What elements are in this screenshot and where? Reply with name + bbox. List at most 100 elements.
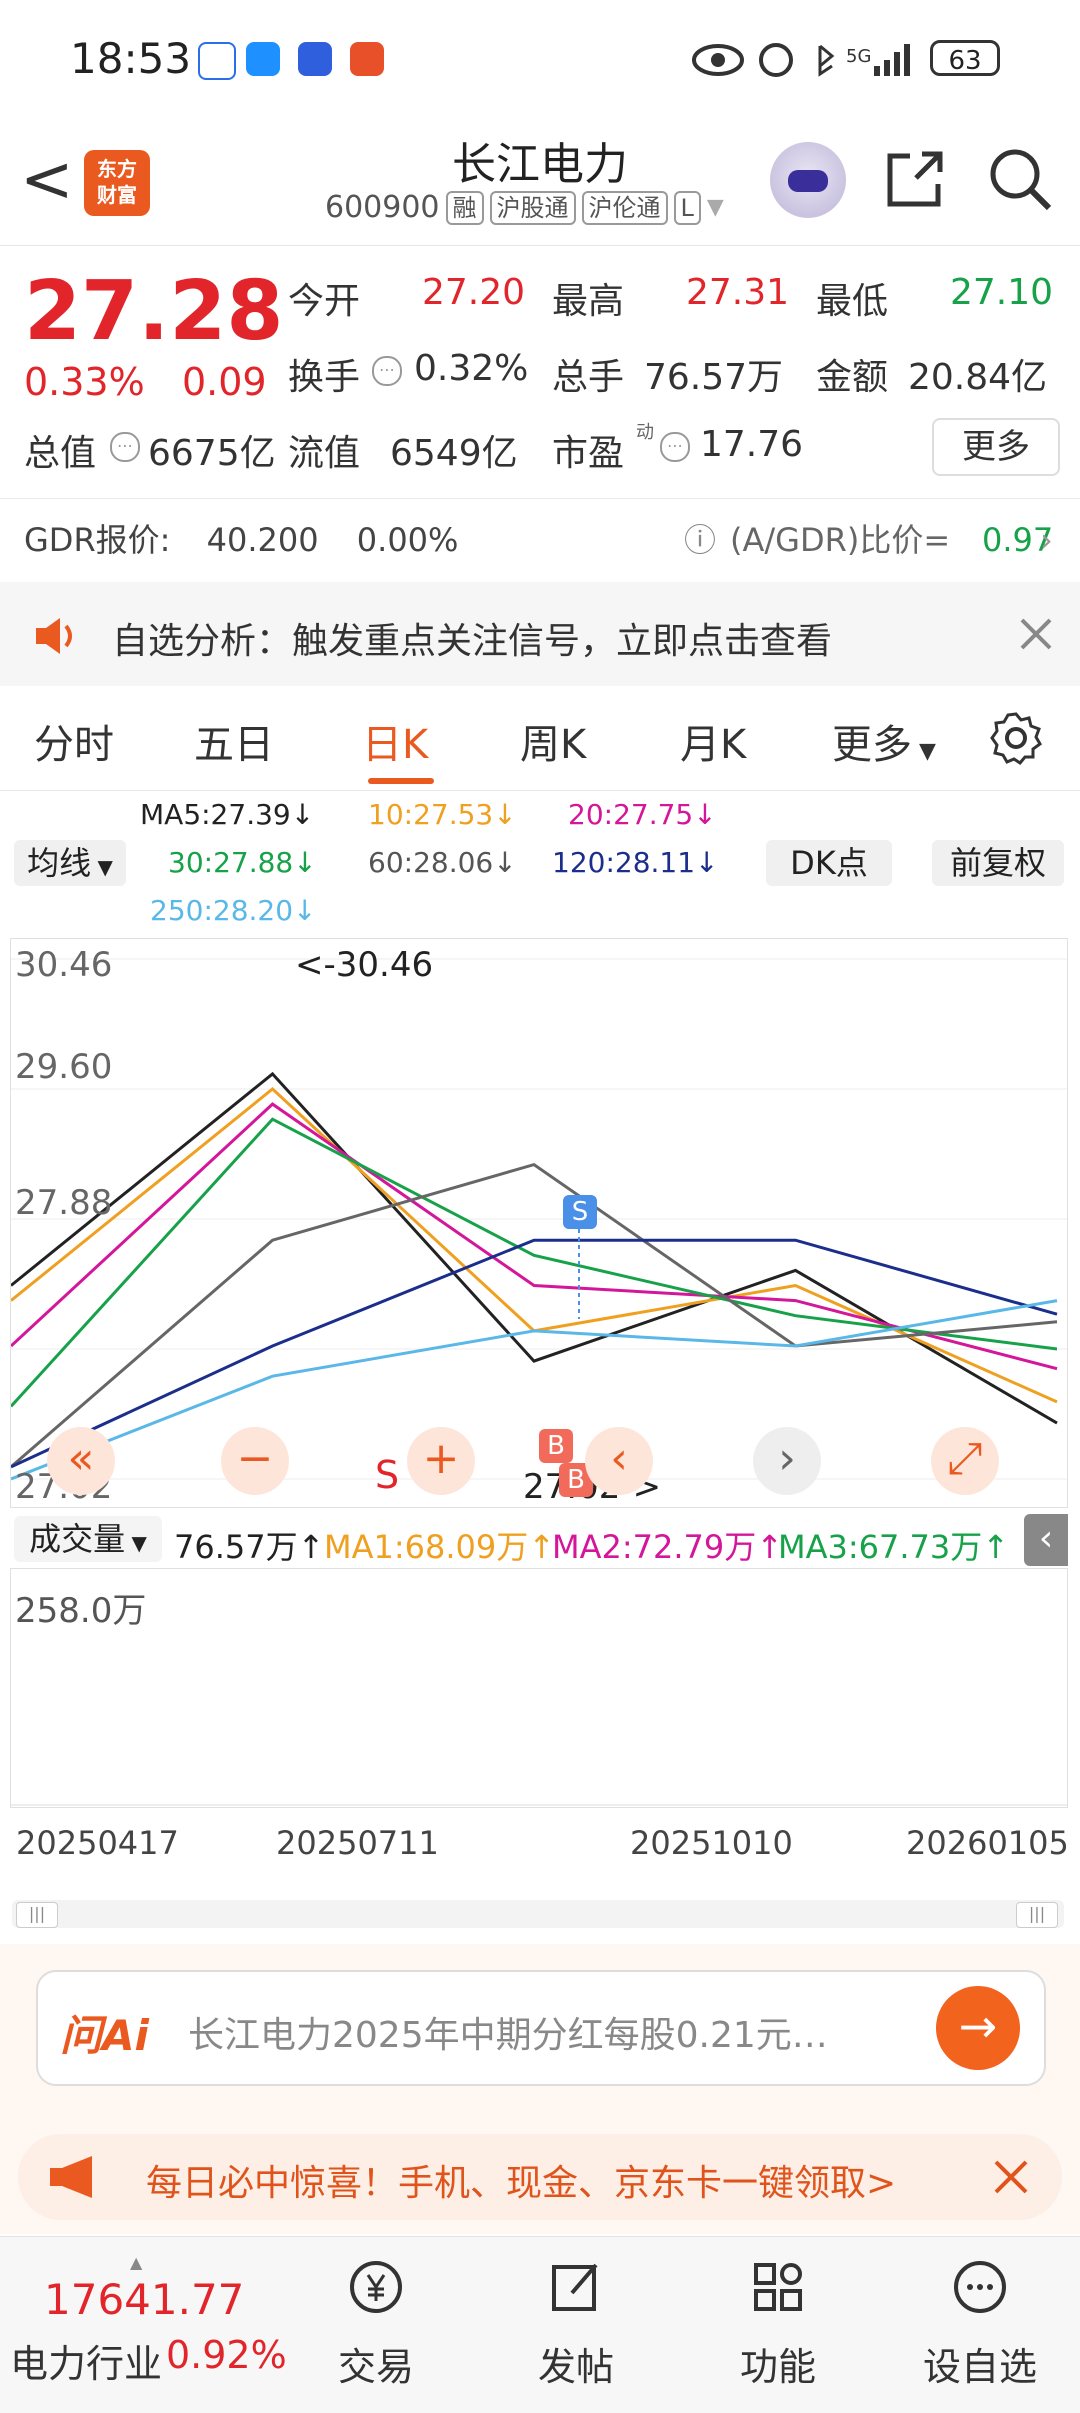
volume-ma3: MA3:67.73万↑: [778, 1528, 1010, 1566]
zoom-out-button[interactable]: −: [221, 1427, 289, 1495]
tag-margin: 融: [445, 190, 484, 225]
high-label: 最高: [552, 281, 625, 322]
change-amount: 0.09: [182, 360, 267, 404]
scroll-handle-right[interactable]: |||: [1016, 1902, 1058, 1928]
arrow-right-icon[interactable]: →: [936, 1986, 1020, 2070]
scroll-left-fast-icon[interactable]: «: [47, 1427, 115, 1495]
nav-post-label: 发帖: [537, 2345, 614, 2389]
chevron-down-icon: ▼: [706, 195, 724, 220]
speaker-icon: [36, 618, 72, 654]
promo-banner[interactable]: 每日必中惊喜！手机、现金、京东卡一键领取>: [18, 2134, 1062, 2220]
close-icon[interactable]: [1018, 616, 1054, 652]
more-quote-button[interactable]: 更多: [932, 418, 1060, 476]
nav-add-watchlist[interactable]: 设自选: [920, 2257, 1040, 2391]
pe-info-icon[interactable]: ⋯: [660, 432, 690, 462]
caret-up-icon: ▲: [130, 2253, 143, 2272]
volume-label: 总手: [552, 357, 625, 398]
turnover-label: 换手: [288, 357, 361, 398]
scroll-handle-left[interactable]: |||: [16, 1902, 58, 1928]
ma-line-ma120: [11, 1238, 1058, 1469]
line-type-label: 均线: [27, 844, 92, 882]
shield-app-icon: [298, 42, 332, 76]
promo-close-icon[interactable]: [992, 2158, 1030, 2196]
nav-add-label: 设自选: [922, 2345, 1037, 2389]
turnover-info-icon[interactable]: ⋯: [372, 356, 402, 386]
volume-indicator-select[interactable]: 成交量 ▼: [14, 1516, 162, 1562]
chart-tabs: 分时 五日 日K 周K 月K 更多 ▼: [0, 690, 1080, 791]
share-icon[interactable]: [880, 144, 950, 214]
nav-functions[interactable]: 功能: [718, 2257, 838, 2391]
change-percent: 0.33%: [24, 360, 145, 404]
industry-index[interactable]: ▲ 17641.77 电力行业 0.92%: [0, 2253, 290, 2403]
line-type-select[interactable]: 均线 ▼: [14, 840, 126, 886]
news-app-icon: [350, 42, 384, 76]
divider: [0, 498, 1080, 499]
mcap-info-icon[interactable]: ⋯: [110, 432, 140, 462]
chevron-right-icon: ›: [1040, 521, 1053, 559]
ai-question-box[interactable]: 问Ai 长江电力2025年中期分红每股0.21元… →: [36, 1970, 1046, 2086]
low-value: 27.10: [950, 272, 1054, 313]
status-time: 18:53: [70, 34, 192, 83]
tab-intraday[interactable]: 分时: [34, 712, 114, 770]
bottom-nav: ▲ 17641.77 电力行业 0.92% 交易 发帖 功能 设自选: [0, 2236, 1080, 2413]
message-app-icon: [246, 42, 280, 76]
ma-line-ma30: [11, 1117, 1058, 1408]
volume-chart[interactable]: 258.0万: [10, 1568, 1068, 1808]
tab-daily-k[interactable]: 日K: [362, 712, 428, 770]
index-pct: 0.92%: [166, 2333, 287, 2377]
amount-label: 金额: [816, 357, 889, 398]
dk-point-button[interactable]: DK点: [766, 840, 892, 886]
scroll-left-icon[interactable]: ‹: [585, 1427, 653, 1495]
pe-superscript: 动: [636, 422, 654, 443]
alert-banner[interactable]: 自选分析：触发重点关注信号，立即点击查看: [0, 582, 1080, 686]
ma10-legend: 10:27.53↓: [368, 798, 517, 831]
grid-icon: [754, 2263, 802, 2311]
zoom-in-button[interactable]: +: [407, 1427, 475, 1495]
gdr-price: 40.200: [206, 521, 319, 559]
y-label-top: 30.46: [15, 945, 113, 985]
gdr-row[interactable]: GDR报价: 40.200 0.00% ⓘ (A/GDR)比价= 0.97 ›: [24, 500, 1064, 580]
tab-weekly-k[interactable]: 周K: [520, 712, 586, 770]
tab-more[interactable]: 更多 ▼: [832, 712, 936, 770]
megaphone-icon: [50, 2156, 92, 2198]
tab-five-day[interactable]: 五日: [194, 712, 274, 770]
market-cap-value: 6675亿: [148, 433, 276, 474]
gdr-ratio-label: (A/GDR)比价=: [730, 521, 951, 559]
open-value: 27.20: [422, 272, 526, 313]
s-indicator: S: [375, 1453, 400, 1497]
collapse-panel-icon[interactable]: ‹: [1024, 1514, 1068, 1566]
alert-text: 自选分析：触发重点关注信号，立即点击查看: [112, 621, 833, 662]
tab-monthly-k[interactable]: 月K: [680, 712, 746, 770]
battery-indicator: 63: [930, 40, 1000, 76]
nav-trade[interactable]: 交易: [316, 2257, 436, 2391]
ma120-legend: 120:28.11↓: [552, 846, 719, 879]
volume-ma2: MA2:72.79万↑: [552, 1528, 784, 1566]
scroll-right-icon[interactable]: ›: [753, 1427, 821, 1495]
stock-code-line[interactable]: 600900 融 沪股通 沪伦通 L ▼: [325, 190, 724, 225]
date-label-3: 20251010: [630, 1824, 793, 1862]
ma-line-ma10: [11, 1087, 1058, 1404]
buy-signal-1[interactable]: B: [539, 1429, 573, 1463]
more-dots-icon: [954, 2261, 1006, 2313]
fullscreen-icon[interactable]: ⤢: [931, 1427, 999, 1495]
baidu-app-icon: [198, 42, 236, 80]
tag-shanghai-london: 沪伦通: [581, 190, 668, 225]
ma30-legend: 30:27.88↓: [168, 846, 317, 879]
stock-header: < 东方 财富 长江电力 600900 融 沪股通 沪伦通 L ▼: [0, 120, 1080, 246]
help-icon[interactable]: ⓘ: [684, 500, 716, 580]
nav-post[interactable]: 发帖: [516, 2257, 636, 2391]
amount-value: 20.84亿: [908, 357, 1048, 398]
ma5-legend: MA5:27.39↓: [140, 798, 315, 831]
ma250-legend: 250:28.20↓: [150, 894, 317, 927]
adjust-button[interactable]: 前复权: [932, 840, 1064, 886]
gear-icon[interactable]: [988, 710, 1044, 766]
search-icon[interactable]: [985, 144, 1055, 214]
chart-scrollbar[interactable]: ||| |||: [12, 1900, 1064, 1928]
sell-signal[interactable]: S: [563, 1195, 597, 1229]
edit-icon: [552, 2263, 598, 2311]
ai-robot-icon[interactable]: [770, 142, 846, 218]
gdr-pct: 0.00%: [356, 521, 459, 559]
nav-functions-label: 功能: [739, 2345, 816, 2389]
current-price: 27.28: [24, 264, 284, 359]
kline-chart[interactable]: 30.46 29.60 27.88 27.02 <-30.46 27.02-> …: [10, 938, 1068, 1508]
